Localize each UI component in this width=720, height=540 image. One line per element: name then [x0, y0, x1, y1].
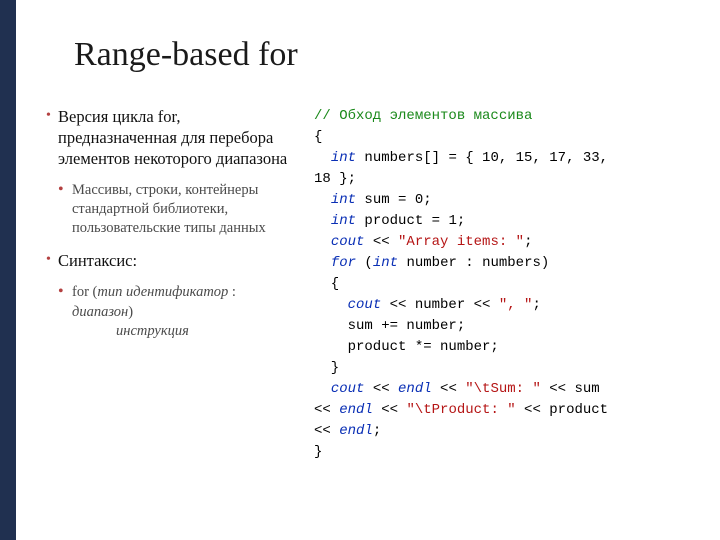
indent	[314, 297, 348, 313]
slide-title: Range-based for	[46, 36, 690, 74]
code-l3: int numbers[] = { 10, 15, 17, 33,	[314, 148, 690, 169]
accent-band	[0, 0, 16, 540]
tok-string: "Array items: "	[398, 234, 524, 250]
bullet-description: Версия цикла for, предназначенная для пе…	[46, 106, 298, 169]
tok: product = 1;	[356, 213, 465, 229]
tok-int: int	[331, 213, 356, 229]
tok: (	[356, 255, 373, 271]
tok-cout: cout	[331, 234, 365, 250]
syntax-colon: :	[228, 284, 236, 300]
syntax-line-1: for (тип идентификатор : диапазон)	[72, 283, 298, 322]
tok-string: "\tProduct: "	[406, 402, 515, 418]
slide-content: Версия цикла for, предназначенная для пе…	[46, 106, 690, 463]
code-l15: << endl << "\tProduct: " << product	[314, 400, 690, 421]
syntax-for: for (	[72, 284, 97, 300]
tok: << product	[516, 402, 617, 418]
indent	[314, 381, 331, 397]
tok: <<	[314, 423, 339, 439]
tok: numbers[] = { 10, 15, 17, 33,	[356, 150, 616, 166]
indent	[314, 192, 331, 208]
bullet-syntax-body: for (тип идентификатор : диапазон) инстр…	[46, 283, 298, 342]
code-l7: cout << "Array items: ";	[314, 232, 690, 253]
tok: <<	[364, 381, 398, 397]
syntax-close: )	[128, 304, 133, 320]
tok: ;	[532, 297, 540, 313]
bullet-syntax-label: Синтаксис:	[46, 250, 298, 271]
indent	[314, 234, 331, 250]
tok-cout: cout	[348, 297, 382, 313]
tok-comment: // Обход элементов массива	[314, 108, 532, 124]
tok: << sum	[541, 381, 608, 397]
tok: <<	[432, 381, 466, 397]
tok-cout: cout	[331, 381, 365, 397]
tok: <<	[314, 402, 339, 418]
tok-endl: endl	[339, 423, 373, 439]
syntax-line-2: инструкция	[72, 322, 298, 342]
tok-int: int	[331, 150, 356, 166]
tok-string: "\tSum: "	[465, 381, 541, 397]
tok-int: int	[331, 192, 356, 208]
indent	[314, 213, 331, 229]
code-l6: int product = 1;	[314, 211, 690, 232]
code-l13: }	[314, 358, 690, 379]
bullet-examples: Массивы, строки, контейнеры стандартной …	[46, 181, 298, 238]
syntax-range: диапазон	[72, 304, 128, 320]
tok-string: ", "	[499, 297, 533, 313]
tok: ;	[524, 234, 532, 250]
code-l5: int sum = 0;	[314, 190, 690, 211]
code-l11: sum += number;	[314, 316, 690, 337]
tok: number : numbers)	[398, 255, 549, 271]
tok-endl: endl	[339, 402, 373, 418]
syntax-ident: идентификатор	[126, 284, 228, 300]
syntax-type: тип	[97, 284, 122, 300]
code-l14: cout << endl << "\tSum: " << sum	[314, 379, 690, 400]
indent	[314, 255, 331, 271]
code-l8: for (int number : numbers)	[314, 253, 690, 274]
tok-for: for	[331, 255, 356, 271]
code-l10: cout << number << ", ";	[314, 295, 690, 316]
tok: <<	[364, 234, 398, 250]
left-column: Версия цикла for, предназначенная для пе…	[46, 106, 298, 463]
tok: sum = 0;	[356, 192, 432, 208]
code-l17: }	[314, 442, 690, 463]
code-l9: {	[314, 274, 690, 295]
tok: << number <<	[381, 297, 499, 313]
indent	[314, 150, 331, 166]
tok: ;	[373, 423, 381, 439]
slide: Range-based for Версия цикла for, предна…	[16, 0, 720, 540]
code-l12: product *= number;	[314, 337, 690, 358]
tok-int: int	[373, 255, 398, 271]
code-block: // Обход элементов массива { int numbers…	[314, 106, 690, 463]
code-l16: << endl;	[314, 421, 690, 442]
code-l2: {	[314, 127, 690, 148]
tok: <<	[373, 402, 407, 418]
code-l1: // Обход элементов массива	[314, 106, 690, 127]
code-l4: 18 };	[314, 169, 690, 190]
tok-endl: endl	[398, 381, 432, 397]
